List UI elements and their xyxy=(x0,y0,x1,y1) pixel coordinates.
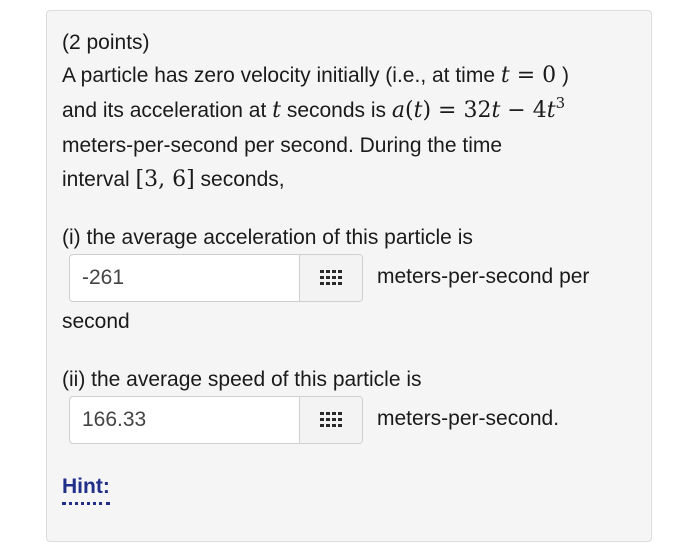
problem-text: ) xyxy=(556,64,569,87)
grid-keypad-icon xyxy=(320,412,342,427)
part-2-unit-label: meters-per-second. xyxy=(377,407,560,430)
problem-line-3: meters-per-second per second. During the… xyxy=(62,134,503,157)
part-2-label: (ii) the average speed of this particle … xyxy=(62,368,422,391)
answer-2-keypad-button[interactable] xyxy=(299,397,362,443)
problem-text: interval xyxy=(62,168,130,191)
answer-2-input[interactable]: 166.33 xyxy=(70,397,299,443)
problem-line-2: and its acceleration at t seconds is a(t… xyxy=(62,94,566,125)
math-expression: t = 0 xyxy=(500,63,557,88)
part-1-unit-label: meters-per-second per xyxy=(377,265,590,288)
problem-text: A particle has zero velocity initially (… xyxy=(62,64,496,87)
problem-text: seconds, xyxy=(200,168,285,191)
part-1-label: (i) the average acceleration of this par… xyxy=(62,226,473,249)
problem-text: seconds is xyxy=(286,99,387,122)
answer-1-keypad-button[interactable] xyxy=(299,255,362,301)
answer-2-field[interactable]: 166.33 xyxy=(69,396,363,444)
points-label: (2 points) xyxy=(62,31,150,54)
answer-1-field[interactable]: -261 xyxy=(69,254,363,302)
math-variable: t xyxy=(272,98,281,123)
problem-text: and its acceleration at xyxy=(62,99,267,122)
problem-line-4: interval [3, 6] seconds, xyxy=(62,166,285,194)
math-expression: a(t) = 32t − 4t3 xyxy=(391,94,566,124)
problem-line-1: A particle has zero velocity initially (… xyxy=(62,62,569,90)
part-1-unit-continued: second xyxy=(62,310,130,333)
hint-link[interactable]: Hint: xyxy=(62,474,110,505)
answer-1-input[interactable]: -261 xyxy=(70,255,299,301)
grid-keypad-icon xyxy=(320,270,342,285)
math-interval: [3, 6] xyxy=(135,167,195,192)
